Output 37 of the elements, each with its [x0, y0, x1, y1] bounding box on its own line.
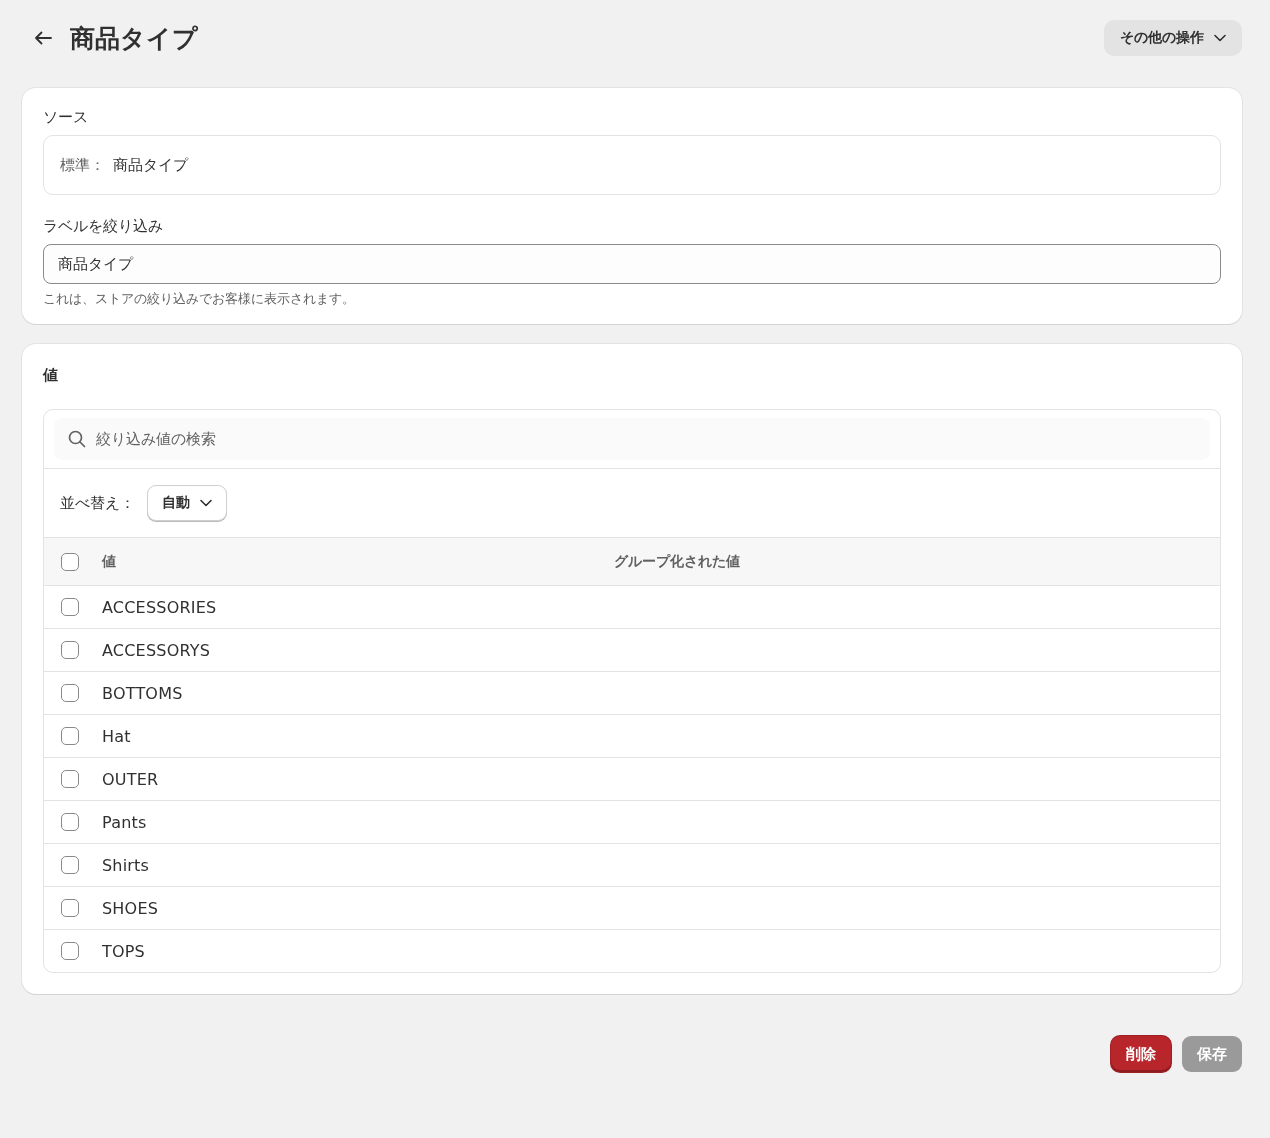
checkbox[interactable]	[61, 770, 79, 788]
value-cell-text: BOTTOMS	[102, 683, 184, 703]
more-actions-button[interactable]: その他の操作	[1104, 20, 1242, 56]
source-label: ソース	[43, 108, 89, 127]
checkbox[interactable]	[61, 552, 79, 571]
checkbox[interactable]	[61, 684, 79, 702]
value-cell-text: Pants	[102, 812, 148, 832]
value-cell-text: Hat	[102, 726, 132, 746]
value-cell-text: ACCESSORYS	[102, 640, 212, 660]
sort-label: 並べ替え：	[60, 493, 135, 513]
source-prefix: 標準：	[60, 155, 105, 175]
value-cell-text: ACCESSORIES	[102, 597, 218, 617]
card-title: 値	[43, 366, 59, 385]
page-title: 商品タイプ	[70, 22, 199, 55]
filter-label-label: ラベルを絞り込み	[43, 217, 164, 236]
column-header: 値	[102, 552, 117, 571]
search-field[interactable]: 絞り込み値の検索	[54, 418, 1210, 460]
value-cell-text: TOPS	[102, 941, 146, 961]
value-cell-text: OUTER	[102, 769, 160, 789]
checkbox[interactable]	[61, 813, 79, 831]
checkbox[interactable]	[61, 641, 79, 659]
value-cell-text: SHOES	[102, 898, 160, 918]
delete-button[interactable]: 削除	[1111, 1036, 1171, 1072]
chevron-down-icon	[200, 499, 212, 507]
sort-dropdown[interactable]: 自動	[147, 485, 227, 521]
help-text: これは、ストアの絞り込みでお客様に表示されます。	[43, 290, 356, 308]
source-value: 商品タイプ	[113, 155, 188, 175]
checkbox[interactable]	[61, 856, 79, 874]
chevron-down-icon	[1214, 34, 1226, 42]
value-cell-text: Shirts	[102, 855, 151, 875]
checkbox[interactable]	[61, 727, 79, 745]
checkbox[interactable]	[61, 598, 79, 616]
column-header: グループ化された値	[614, 552, 741, 571]
back-arrow-icon	[34, 31, 52, 45]
checkbox[interactable]	[61, 942, 79, 960]
checkbox[interactable]	[61, 899, 79, 917]
filter-label-input[interactable]: 商品タイプ	[43, 244, 1221, 284]
